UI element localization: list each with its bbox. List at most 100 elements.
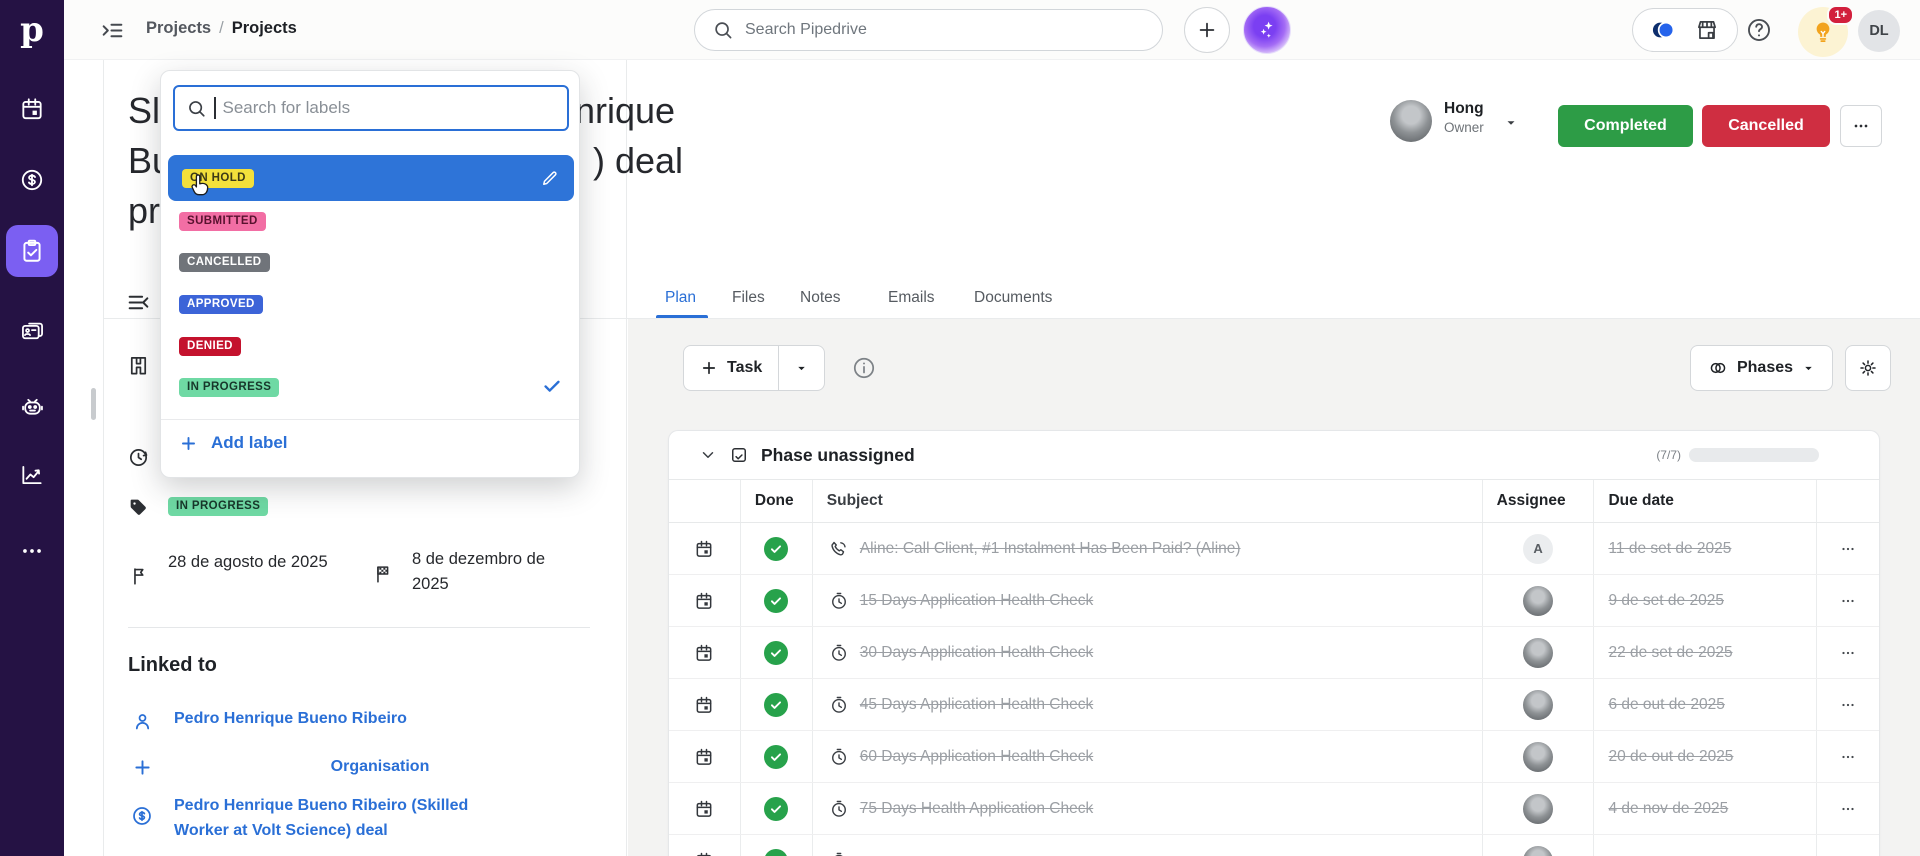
done-check-icon[interactable] xyxy=(764,796,789,821)
assignee-avatar[interactable] xyxy=(1523,689,1554,720)
end-date[interactable]: 8 de dezembro de 2025 xyxy=(412,547,582,597)
row-more-button[interactable] xyxy=(1817,679,1879,730)
table-row[interactable]: Aline: Call Client, #1 Instalment Has Be… xyxy=(669,523,1879,575)
calendar-icon[interactable] xyxy=(694,695,714,715)
col-header-subject[interactable]: Subject xyxy=(813,480,1483,522)
done-check-icon[interactable] xyxy=(764,588,789,613)
add-label-button[interactable]: Add label xyxy=(179,433,288,453)
info-icon[interactable] xyxy=(851,355,877,381)
due-date[interactable]: 11 de set de 2025 xyxy=(1608,540,1731,558)
pipedrive-apps-icon[interactable] xyxy=(1650,17,1676,43)
panel-scrollbar[interactable] xyxy=(91,388,96,420)
due-date[interactable]: 6 de out de 2025 xyxy=(1608,696,1724,714)
label-option-on-hold[interactable]: ON HOLD xyxy=(168,155,574,201)
done-check-icon[interactable] xyxy=(764,640,789,665)
ai-sparkles-button[interactable] xyxy=(1243,6,1291,54)
completed-button[interactable]: Completed xyxy=(1558,105,1693,147)
board-icon[interactable] xyxy=(127,354,150,377)
global-search[interactable] xyxy=(694,9,1163,51)
col-header-done[interactable]: Done xyxy=(741,480,813,522)
history-clock-icon[interactable] xyxy=(127,446,150,469)
tab-documents[interactable]: Documents xyxy=(974,289,1052,307)
assignee-avatar[interactable] xyxy=(1523,585,1554,616)
nav-expand-icon[interactable] xyxy=(100,18,125,43)
due-date[interactable]: 20 de out de 2025 xyxy=(1608,748,1733,766)
projects-nav-icon-active[interactable] xyxy=(6,225,58,277)
owner-block[interactable]: Hong Owner xyxy=(1390,100,1518,142)
task-subject[interactable]: 45 Days Application Health Check xyxy=(860,696,1094,714)
assignee-avatar[interactable] xyxy=(1523,741,1554,772)
calendar-icon[interactable] xyxy=(694,539,714,559)
more-nav-icon[interactable] xyxy=(0,538,64,564)
edit-pencil-icon[interactable] xyxy=(540,168,560,188)
calendar-icon[interactable] xyxy=(694,851,714,856)
task-subject[interactable]: 75 Days Health Application Check xyxy=(860,800,1094,818)
plus-icon[interactable] xyxy=(132,757,153,778)
due-date[interactable]: 22 de set de 2025 xyxy=(1608,644,1732,662)
label-search-input[interactable] xyxy=(222,98,543,118)
label-search-box[interactable] xyxy=(173,85,569,131)
due-date[interactable]: 4 de nov de 2025 xyxy=(1608,800,1728,818)
label-option-approved[interactable]: APPROVED xyxy=(179,294,263,314)
collapse-chevron-icon[interactable] xyxy=(699,446,717,464)
tab-emails[interactable]: Emails xyxy=(888,289,935,307)
row-more-button[interactable] xyxy=(1817,627,1879,678)
breadcrumb-section[interactable]: Projects xyxy=(146,19,211,38)
task-subject[interactable]: 15 Days Application Health Check xyxy=(860,592,1094,610)
notifications-button[interactable]: 1+ xyxy=(1798,5,1854,57)
table-row[interactable]: 60 Days Application Health Check 20 de o… xyxy=(669,731,1879,783)
calendar-icon[interactable] xyxy=(694,591,714,611)
table-row[interactable]: 45 Days Application Health Check 6 de ou… xyxy=(669,679,1879,731)
deals-nav-icon[interactable] xyxy=(0,167,64,193)
linked-deal-link[interactable]: Pedro Henrique Bueno Ribeiro (Skilled Wo… xyxy=(174,793,524,843)
row-more-button[interactable] xyxy=(1817,835,1879,856)
search-input[interactable] xyxy=(745,21,1105,39)
ai-assistant-nav-icon[interactable] xyxy=(0,394,64,421)
task-subject[interactable]: 60 Days Application Health Check xyxy=(860,748,1094,766)
user-avatar[interactable]: DL xyxy=(1858,10,1900,52)
task-subject[interactable]: 30 Days Application Health Check xyxy=(860,644,1094,662)
assignee-avatar[interactable] xyxy=(1523,793,1554,824)
label-option-submitted[interactable]: SUBMITTED xyxy=(179,211,266,231)
done-check-icon[interactable] xyxy=(764,536,789,561)
linked-person-link[interactable]: Pedro Henrique Bueno Ribeiro xyxy=(174,710,407,728)
contacts-nav-icon[interactable] xyxy=(0,318,64,345)
assignee-avatar[interactable] xyxy=(1523,845,1554,856)
more-actions-button[interactable] xyxy=(1840,105,1882,147)
phases-dropdown-button[interactable]: Phases xyxy=(1690,345,1833,391)
table-row[interactable]: 15 Days Application Health Check 9 de se… xyxy=(669,575,1879,627)
row-more-button[interactable] xyxy=(1817,783,1879,834)
col-header-due-date[interactable]: Due date xyxy=(1594,480,1818,522)
row-more-button[interactable] xyxy=(1817,731,1879,782)
tab-files[interactable]: Files xyxy=(732,289,765,307)
help-icon[interactable] xyxy=(1745,16,1773,44)
row-more-button[interactable] xyxy=(1817,523,1879,574)
tag-icon[interactable] xyxy=(127,496,149,518)
settings-gear-button[interactable] xyxy=(1845,345,1891,391)
table-row[interactable]: 75 Days Health Application Check 4 de no… xyxy=(669,783,1879,835)
pipedrive-logo[interactable]: p xyxy=(0,0,64,60)
task-dropdown-caret[interactable] xyxy=(779,346,824,390)
quick-add-button[interactable] xyxy=(1184,7,1230,53)
task-subject[interactable]: Aline: Call Client, #1 Instalment Has Be… xyxy=(860,540,1241,558)
done-check-icon[interactable] xyxy=(764,848,789,856)
label-option-denied[interactable]: DENIED xyxy=(179,336,241,356)
marketplace-icon[interactable] xyxy=(1694,17,1720,43)
done-check-icon[interactable] xyxy=(764,744,789,769)
assignee-avatar[interactable]: A xyxy=(1523,533,1554,564)
col-header-assignee[interactable]: Assignee xyxy=(1483,480,1595,522)
cancelled-button[interactable]: Cancelled xyxy=(1702,105,1830,147)
insights-nav-icon[interactable] xyxy=(0,462,64,488)
calendar-icon[interactable] xyxy=(694,643,714,663)
table-row[interactable]: 30 Days Application Health Check 22 de s… xyxy=(669,627,1879,679)
due-date[interactable]: 9 de set de 2025 xyxy=(1608,592,1724,610)
label-option-in-progress[interactable]: IN PROGRESS xyxy=(179,377,280,397)
add-task-button[interactable]: Task xyxy=(683,345,826,391)
calendar-icon[interactable] xyxy=(694,747,714,767)
status-badge[interactable]: IN PROGRESS xyxy=(168,497,269,516)
calendar-nav-icon[interactable] xyxy=(0,96,64,122)
add-organisation-link[interactable]: Organisation xyxy=(174,758,586,776)
label-option-cancelled[interactable]: CANCELLED xyxy=(179,252,270,272)
row-more-button[interactable] xyxy=(1817,575,1879,626)
tab-notes[interactable]: Notes xyxy=(800,289,841,307)
